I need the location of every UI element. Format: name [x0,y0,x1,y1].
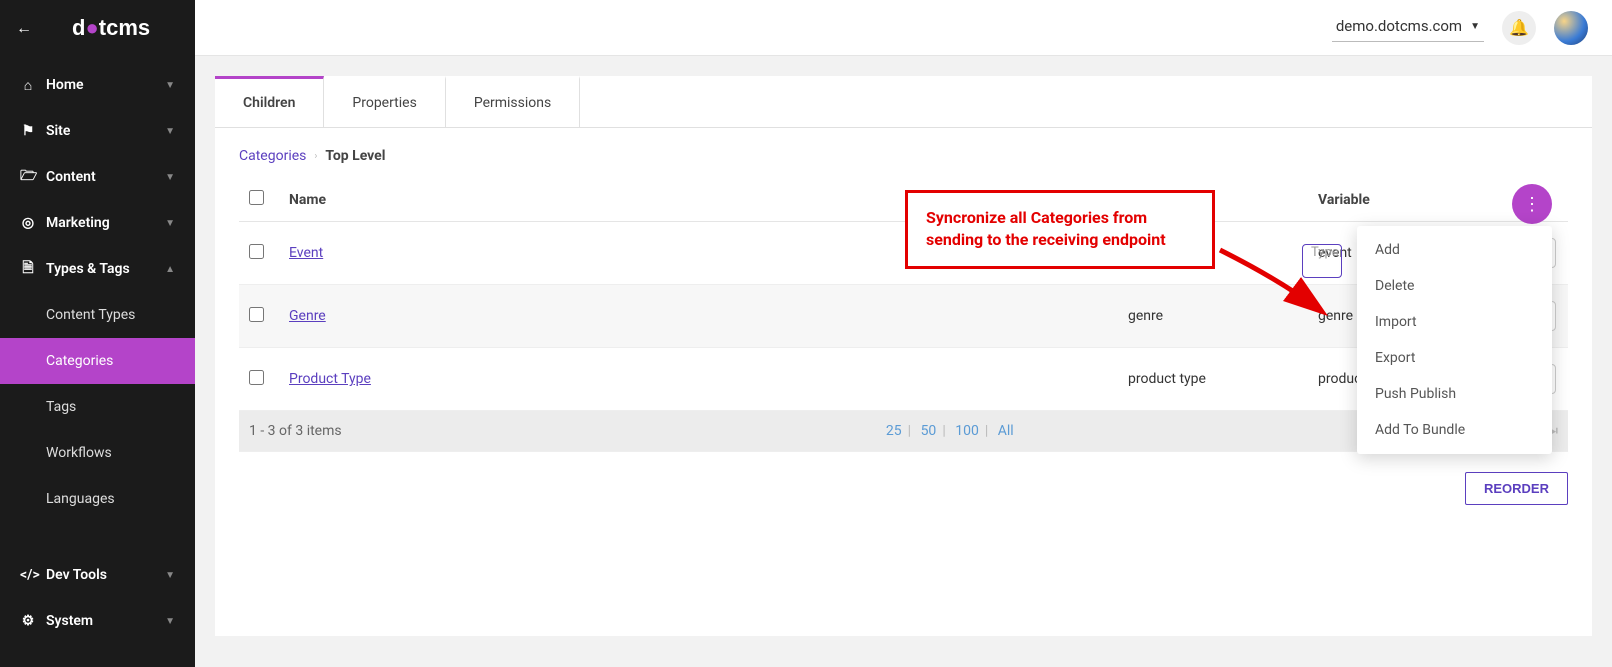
breadcrumb: Categories › Top Level [215,128,1592,178]
sidebar-item-workflows[interactable]: Workflows [0,430,195,476]
sidebar-item-content[interactable]: 🗁 Content ▼ [0,154,195,200]
brand-dot-icon: ● [85,15,98,40]
document-icon: 🗎 [20,257,36,281]
tab-label: Properties [352,95,416,111]
sidebar-item-dev-tools[interactable]: </> Dev Tools ▼ [0,552,195,598]
breadcrumb-current: Top Level [325,148,385,164]
page-size-50[interactable]: 50 [921,423,937,439]
sidebar-item-home[interactable]: ⌂ Home ▼ [0,62,195,108]
row-name-link[interactable]: Product Type [289,371,371,387]
sidebar-item-label: Site [46,123,70,139]
sidebar-item-content-types[interactable]: Content Types [0,292,195,338]
actions-menu: Add Delete Import Export Push Publish Ad… [1357,226,1552,454]
sidebar-item-system[interactable]: ⚙ System ▼ [0,598,195,644]
tab-children[interactable]: Children [215,76,324,127]
sidebar-item-types-tags[interactable]: 🗎 Types & Tags ▲ [0,246,195,292]
row-checkbox[interactable] [249,370,264,385]
annotation-callout: Syncronize all Categories from sending t… [905,190,1215,269]
tab-permissions[interactable]: Permissions [446,76,580,127]
more-actions-button[interactable]: ⋮ [1512,184,1552,224]
sitemap-icon: ⚑ [20,123,36,139]
page-size-100[interactable]: 100 [955,423,979,439]
home-icon: ⌂ [20,77,36,94]
brand-suffix: cms [106,15,150,40]
sidebar-item-label: Home [46,77,84,93]
menu-add[interactable]: Add [1357,232,1552,268]
chevron-down-icon: ▼ [1470,21,1480,32]
annotation-text: Syncronize all Categories from sending t… [926,207,1194,252]
sidebar-item-label: Marketing [46,215,110,231]
chevron-down-icon: ▼ [165,616,175,627]
sidebar-item-tags[interactable]: Tags [0,384,195,430]
code-icon: </> [20,567,36,583]
sidebar-item-label: Languages [46,491,115,507]
filter-input[interactable]: Type to filter [1302,244,1342,278]
brand-post: t [99,15,106,40]
row-name-link[interactable]: Event [289,245,323,261]
row-checkbox[interactable] [249,244,264,259]
row-key: product type [1118,348,1308,411]
sidebar-item-label: Workflows [46,445,112,461]
tab-bar: Children Properties Permissions [215,76,1592,128]
sidebar-item-label: System [46,613,93,629]
sidebar-item-label: Content Types [46,307,135,323]
chevron-down-icon: ▼ [165,126,175,137]
sidebar-item-label: Types & Tags [46,261,130,277]
menu-add-to-bundle[interactable]: Add To Bundle [1357,412,1552,448]
page-size-25[interactable]: 25 [886,423,902,439]
content-panel: Children Properties Permissions Categori… [215,76,1592,636]
site-selector-label: demo.dotcms.com [1336,17,1462,35]
more-vert-icon: ⋮ [1523,194,1541,215]
tab-properties[interactable]: Properties [324,76,445,127]
sidebar-item-languages[interactable]: Languages [0,476,195,522]
target-icon: ◎ [20,215,36,231]
brand-pre: d [72,15,85,40]
chevron-down-icon: ▼ [165,80,175,91]
reorder-button[interactable]: REORDER [1465,472,1568,505]
sidebar-item-label: Tags [46,399,76,415]
sidebar: ← d●tcms ⌂ Home ▼ ⚑ Site ▼ 🗁 Content ▼ [0,0,195,667]
main-area: demo.dotcms.com ▼ 🔔 Children Properties … [195,0,1612,667]
sidebar-item-label: Content [46,169,96,185]
column-variable[interactable]: Variable [1308,178,1498,222]
brand-logo: d●tcms [72,15,150,41]
chevron-right-icon: › [314,151,317,162]
pager-summary: 1 - 3 of 3 items [249,423,342,439]
menu-export[interactable]: Export [1357,340,1552,376]
breadcrumb-root[interactable]: Categories [239,148,306,164]
site-selector[interactable]: demo.dotcms.com ▼ [1332,13,1484,42]
menu-push-publish[interactable]: Push Publish [1357,376,1552,412]
sidebar-item-categories[interactable]: Categories [0,338,195,384]
user-avatar[interactable] [1554,11,1588,45]
bell-icon: 🔔 [1509,18,1529,37]
sidebar-item-label: Categories [46,353,113,369]
gear-icon: ⚙ [20,613,36,629]
tab-label: Permissions [474,95,551,111]
sidebar-item-label: Dev Tools [46,567,107,583]
sidebar-item-marketing[interactable]: ◎ Marketing ▼ [0,200,195,246]
menu-import[interactable]: Import [1357,304,1552,340]
chevron-down-icon: ▼ [165,570,175,581]
folder-icon: 🗁 [20,165,36,189]
sidebar-nav: ⌂ Home ▼ ⚑ Site ▼ 🗁 Content ▼ ◎ Marketin… [0,56,195,667]
row-checkbox[interactable] [249,307,264,322]
tab-label: Children [243,95,295,111]
back-arrow-icon[interactable]: ← [16,18,32,38]
topbar: demo.dotcms.com ▼ 🔔 [195,0,1612,56]
notifications-button[interactable]: 🔔 [1502,11,1536,45]
select-all-checkbox[interactable] [249,190,264,205]
sidebar-item-site[interactable]: ⚑ Site ▼ [0,108,195,154]
row-key: genre [1118,285,1308,348]
chevron-down-icon: ▼ [165,218,175,229]
page-size-all[interactable]: All [998,423,1014,439]
chevron-down-icon: ▼ [165,172,175,183]
brand-bar: ← d●tcms [0,0,195,56]
row-name-link[interactable]: Genre [289,308,326,324]
menu-delete[interactable]: Delete [1357,268,1552,304]
chevron-up-icon: ▲ [165,264,175,275]
